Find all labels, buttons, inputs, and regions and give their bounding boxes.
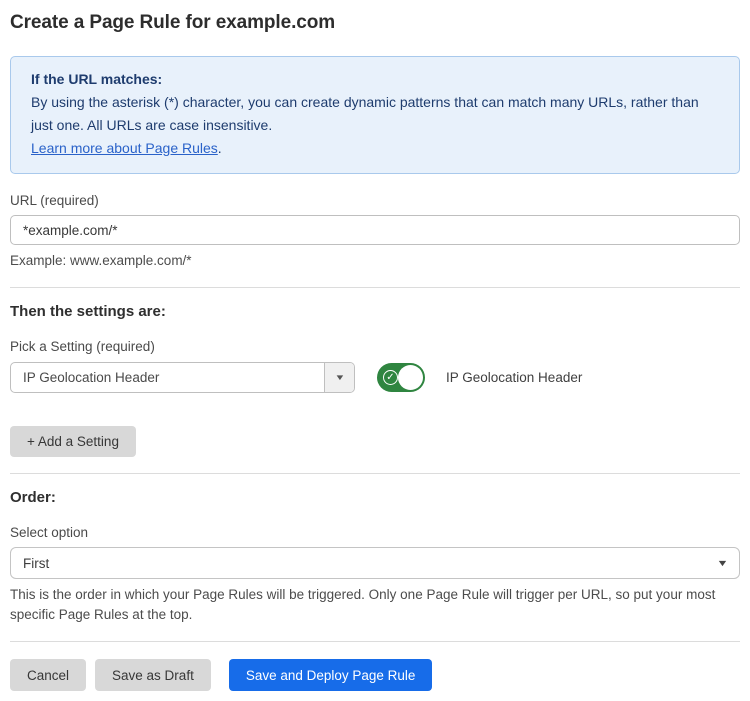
toggle-knob: [398, 365, 423, 390]
order-select-value: First: [23, 556, 718, 571]
info-box-link-line: Learn more about Page Rules.: [31, 137, 719, 160]
url-matches-info-box: If the URL matches: By using the asteris…: [10, 56, 740, 174]
divider: [10, 473, 740, 474]
url-example-hint: Example: www.example.com/*: [10, 251, 740, 271]
setting-dropdown-value: IP Geolocation Header: [11, 370, 324, 385]
learn-more-link[interactable]: Learn more about Page Rules: [31, 140, 218, 156]
link-suffix: .: [218, 140, 222, 156]
order-heading: Order:: [10, 489, 740, 506]
create-page-rule-form: Create a Page Rule for example.com If th…: [0, 0, 750, 701]
check-icon: ✓: [383, 370, 398, 385]
setting-dropdown[interactable]: IP Geolocation Header ▼: [10, 362, 355, 393]
settings-heading: Then the settings are:: [10, 303, 740, 320]
divider: [10, 287, 740, 288]
chevron-down-icon: ▼: [334, 373, 345, 382]
chevron-down-icon: ▼: [716, 558, 728, 568]
add-setting-button[interactable]: + Add a Setting: [10, 426, 136, 457]
save-deploy-button[interactable]: Save and Deploy Page Rule: [229, 659, 433, 691]
toggle-label: IP Geolocation Header: [446, 370, 582, 385]
setting-dropdown-caret-button[interactable]: ▼: [324, 363, 354, 392]
cancel-button[interactable]: Cancel: [10, 659, 86, 691]
page-title: Create a Page Rule for example.com: [10, 12, 740, 34]
url-label: URL (required): [10, 193, 740, 208]
form-actions: Cancel Save as Draft Save and Deploy Pag…: [10, 659, 740, 691]
order-hint: This is the order in which your Page Rul…: [10, 585, 734, 625]
divider: [10, 641, 740, 642]
setting-row: IP Geolocation Header ▼ ✓ IP Geolocation…: [10, 362, 740, 393]
url-input[interactable]: [10, 215, 740, 245]
info-box-heading: If the URL matches:: [31, 68, 719, 91]
info-box-body: By using the asterisk (*) character, you…: [31, 91, 719, 137]
ip-geolocation-toggle[interactable]: ✓: [377, 363, 425, 392]
select-option-label: Select option: [10, 525, 740, 540]
pick-setting-label: Pick a Setting (required): [10, 339, 740, 354]
order-select[interactable]: First ▼: [10, 547, 740, 579]
save-draft-button[interactable]: Save as Draft: [95, 659, 211, 691]
